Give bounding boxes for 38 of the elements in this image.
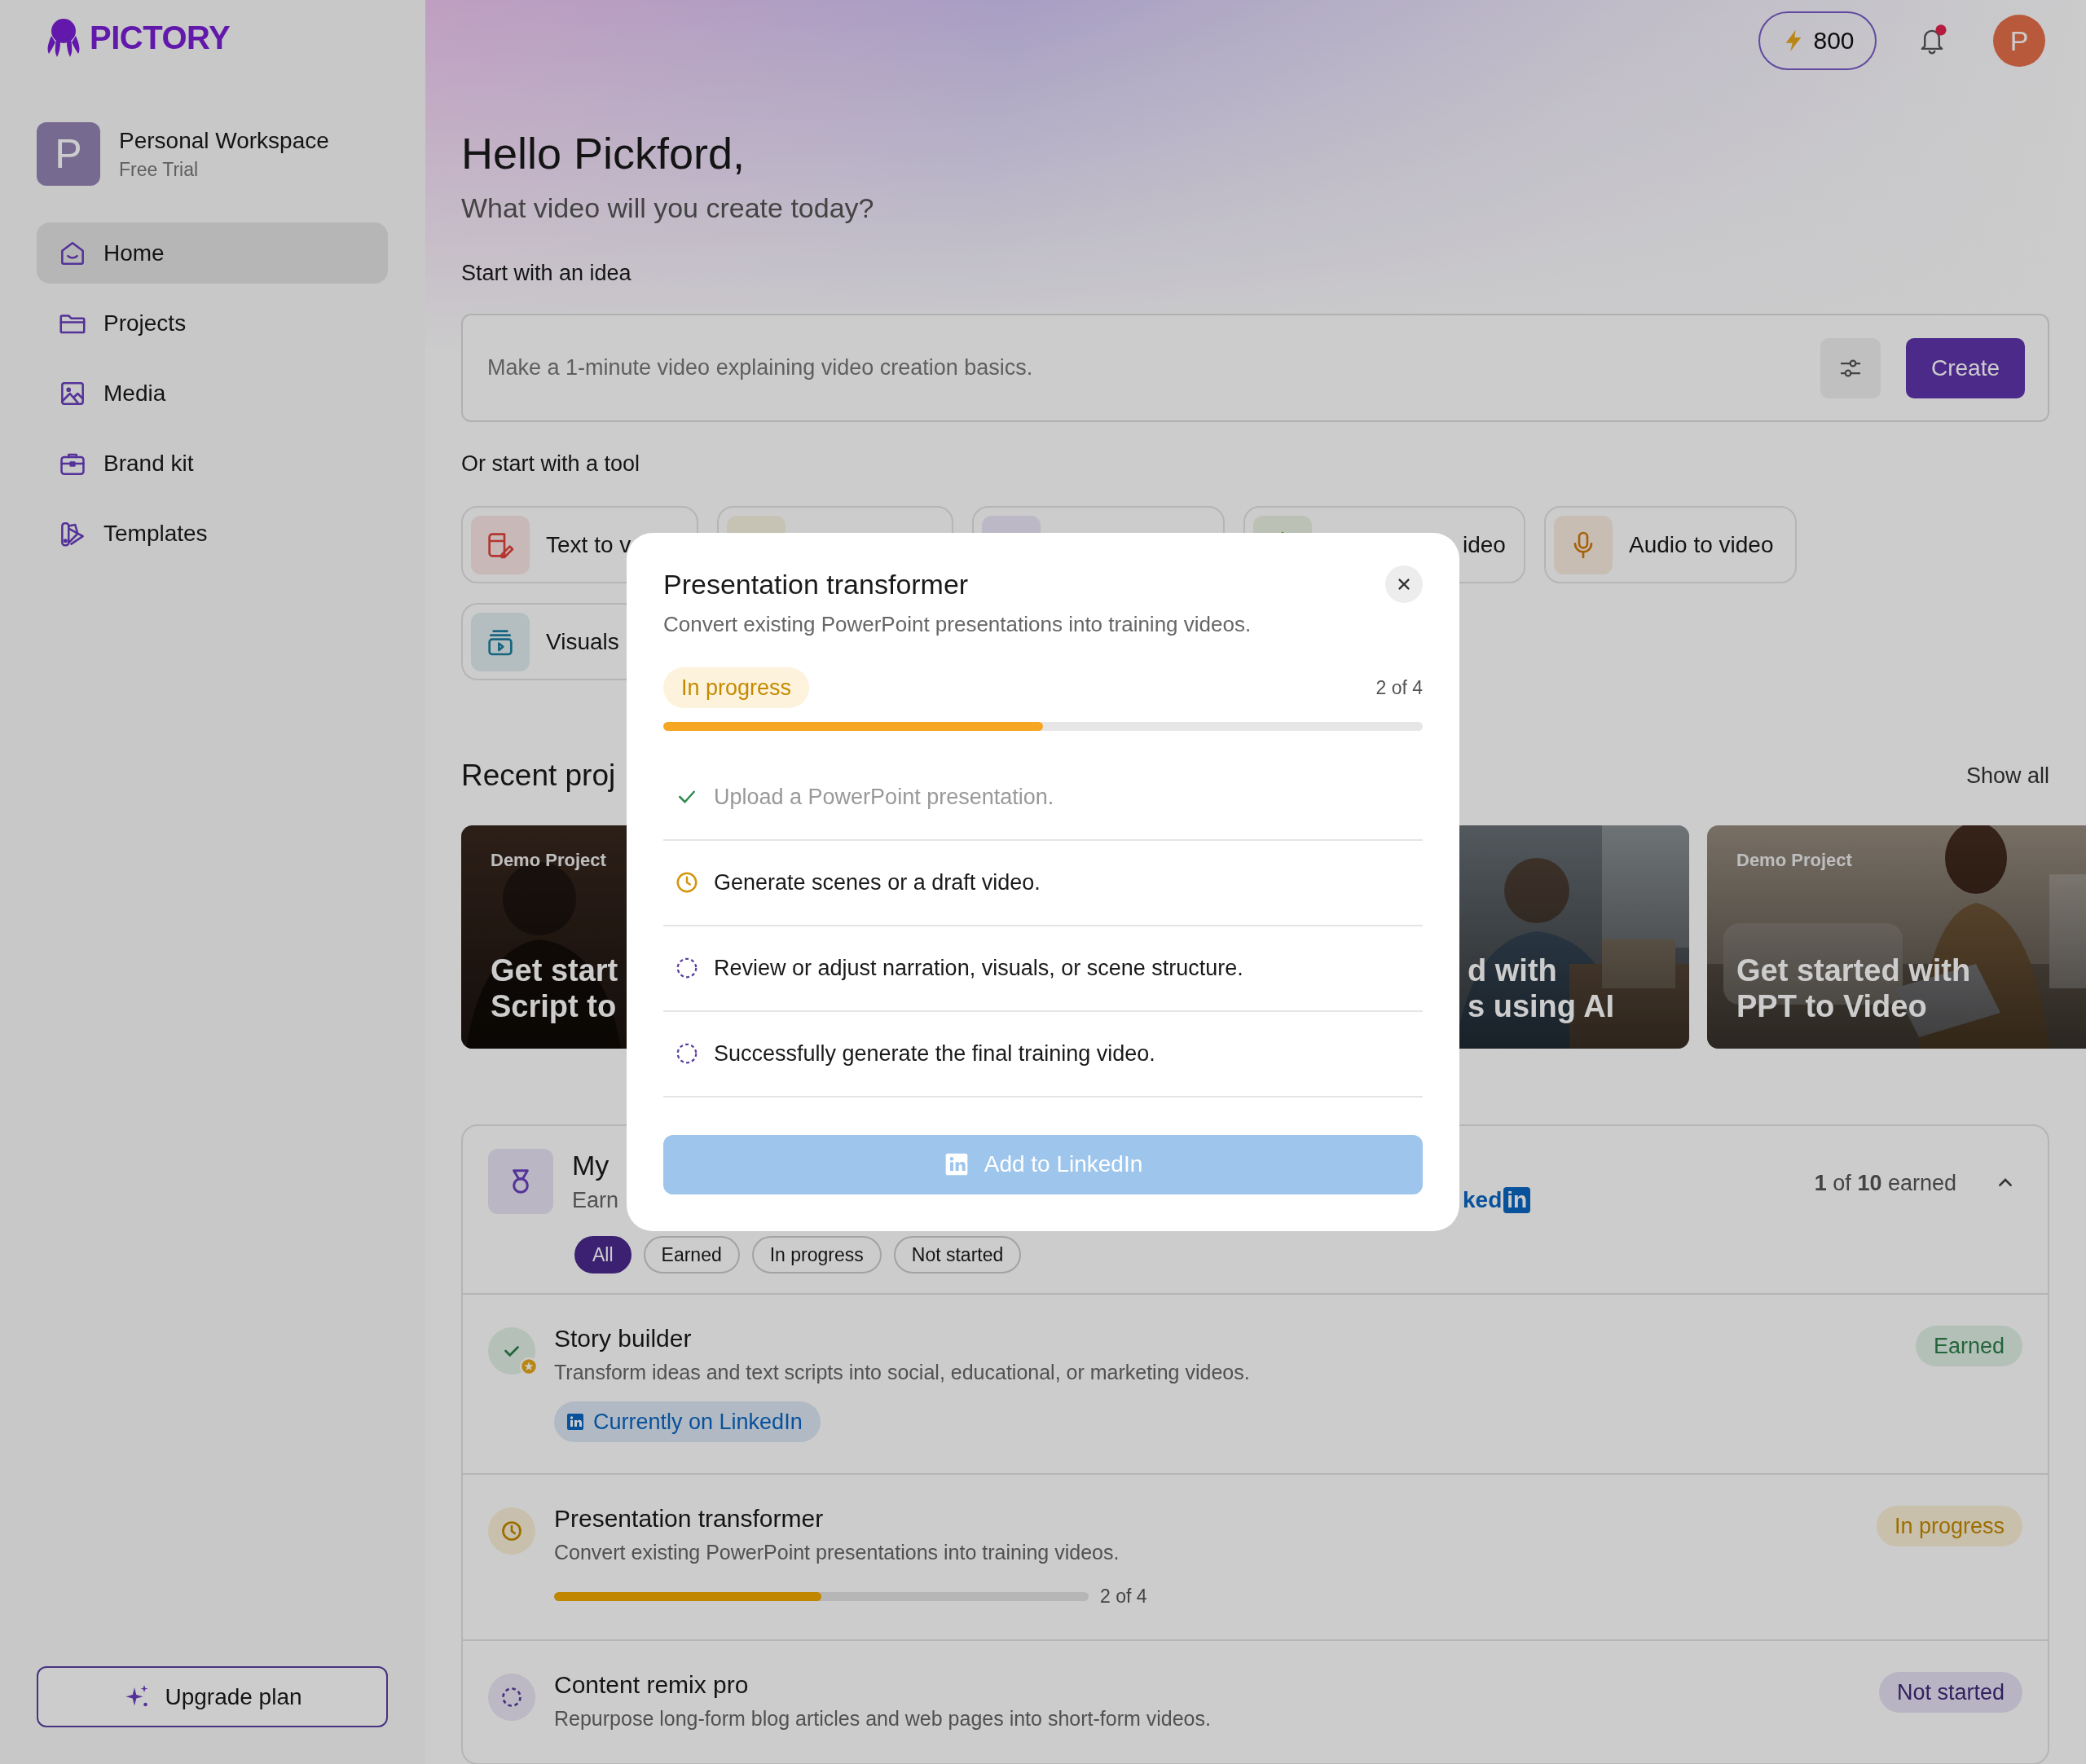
card-title: Get start xyxy=(491,952,618,988)
badge-description: Convert existing PowerPoint presentations into training videos. xyxy=(554,1540,1120,1565)
status-pill: In progress xyxy=(663,667,810,708)
section-label: Or start with a tool xyxy=(461,451,641,477)
linkedin-logo: ked in xyxy=(1463,1187,1531,1213)
panel-title: My xyxy=(572,1149,610,1181)
section-label: Start with an idea xyxy=(461,260,632,287)
greeting-subtitle: What video will you create today? xyxy=(461,191,875,225)
badge-progress-reading: 2 of 4 xyxy=(1100,1585,1147,1608)
badge-description: Transform ideas and text scripts into social, educational, or marketing videos. xyxy=(554,1360,1250,1385)
step-text: Generate scenes or a draft video. xyxy=(714,869,1041,895)
badge-title: Presentation transformer xyxy=(554,1504,824,1533)
status-pill: In progress xyxy=(1876,1506,2022,1546)
card-title: d with xyxy=(1468,952,1557,988)
step-count: 2 of 4 xyxy=(1375,676,1423,699)
modal-description: Convert existing PowerPoint presentations into training videos. xyxy=(663,611,1252,638)
badge-title: Content remix pro xyxy=(554,1670,749,1700)
status-pill: Earned xyxy=(1915,1326,2022,1366)
panel-subtitle: Earn xyxy=(572,1187,619,1213)
workspace-avatar: P xyxy=(37,122,100,186)
greeting: Hello Pickford, xyxy=(461,128,746,179)
status-pill: Not started xyxy=(1878,1672,2022,1713)
card-title: Get started with xyxy=(1736,952,1971,988)
card-tag: Demo Project xyxy=(491,850,606,871)
step-text: Upload a PowerPoint presentation. xyxy=(714,784,1054,810)
badge-description: Repurpose long-form blog articles and web pages into short-form videos. xyxy=(554,1706,1211,1731)
card-title: PPT to Video xyxy=(1736,988,1927,1024)
card-title: s using AI xyxy=(1468,988,1615,1024)
step-text: Successfully generate the final training video. xyxy=(714,1040,1155,1067)
badge-title: Story builder xyxy=(554,1324,692,1353)
workspace-plan: Free Trial xyxy=(119,158,200,181)
section-heading: Recent proj xyxy=(461,758,616,794)
card-title: Script to xyxy=(491,988,617,1024)
logo-text: PICTORY xyxy=(90,19,231,56)
workspace-name: Personal Workspace xyxy=(119,127,329,154)
earned-summary: 1 of 10 earned xyxy=(1814,1170,1956,1196)
step-text: Review or adjust narration, visuals, or scene structure. xyxy=(714,955,1243,981)
card-tag: Demo Project xyxy=(1736,850,1852,871)
